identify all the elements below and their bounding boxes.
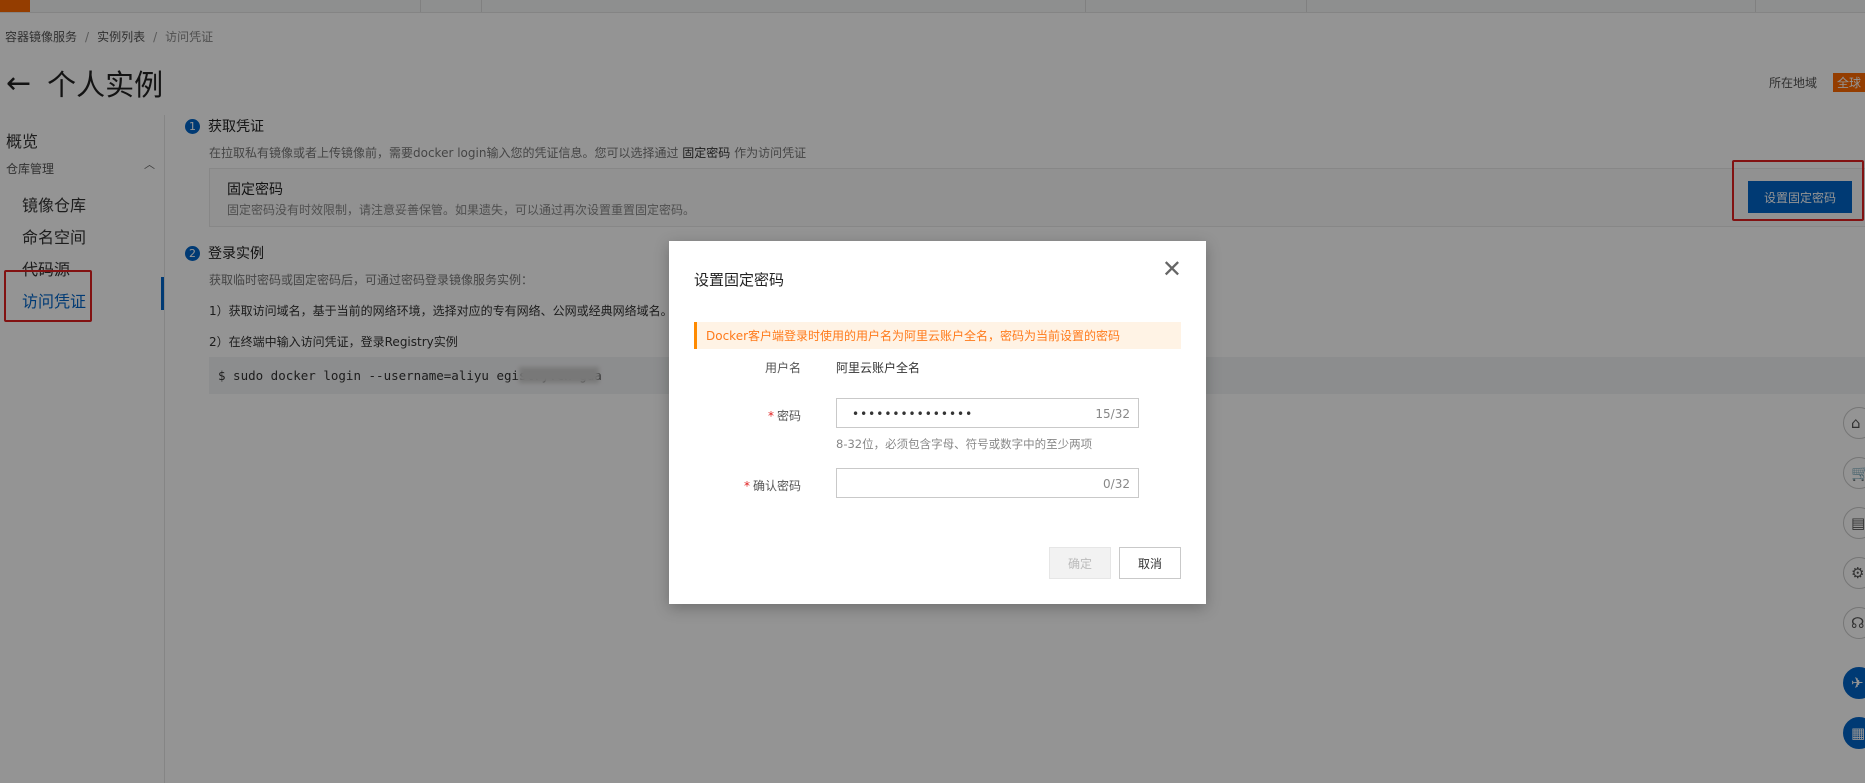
cancel-button[interactable]: 取消 (1119, 547, 1181, 579)
username-value: 阿里云账户全名 (836, 361, 921, 375)
password-label: * 密码 (767, 409, 801, 423)
dialog-title: 设置固定密码 (694, 271, 785, 289)
confirm-password-label: * 确认密码 (743, 479, 801, 493)
dialog-alert: Docker客户端登录时使用的用户名为阿里云账户全名，密码为当前设置的密码 (694, 322, 1181, 349)
set-fixed-password-dialog: 设置固定密码 ✕ Docker客户端登录时使用的用户名为阿里云账户全名，密码为当… (669, 241, 1206, 604)
confirm-button[interactable]: 确定 (1049, 547, 1111, 579)
password-field[interactable]: ••••••••••••••• 15/32 (836, 398, 1139, 428)
password-hint: 8-32位，必须包含字母、符号或数字中的至少两项 (836, 437, 1093, 451)
password-char-count: 15/32 (1095, 407, 1130, 421)
username-label: 用户名 (764, 361, 801, 375)
password-value: ••••••••••••••• (852, 407, 974, 421)
confirm-password-char-count: 0/32 (1103, 477, 1130, 491)
confirm-password-field[interactable]: 0/32 (836, 468, 1139, 498)
close-icon[interactable]: ✕ (1162, 257, 1182, 281)
